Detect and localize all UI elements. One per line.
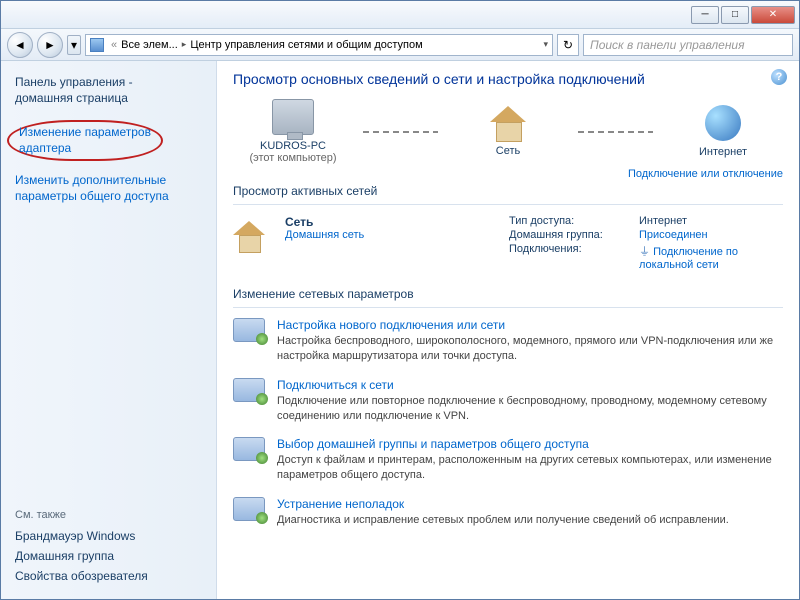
task-item: Выбор домашней группы и параметров общег… <box>233 437 783 483</box>
homegroup-label: Домашняя группа: <box>509 229 639 241</box>
crumb-sep-icon: « <box>111 39 117 51</box>
connection-link[interactable]: ⏚ Подключение по локальной сети <box>639 243 783 271</box>
network-name: Сеть <box>285 215 364 229</box>
task-desc: Подключение или повторное подключение к … <box>277 394 783 424</box>
main-content: ? Просмотр основных сведений о сети и на… <box>217 61 799 599</box>
new-connection-icon <box>233 318 265 342</box>
network-map: KUDROS-PC (этот компьютер) Сеть Интернет <box>233 99 783 164</box>
controlpanel-icon <box>90 38 104 52</box>
map-pc-name: KUDROS-PC <box>233 140 353 152</box>
map-node-network: Сеть <box>448 106 568 157</box>
back-button[interactable]: ◄ <box>7 32 33 58</box>
help-icon[interactable]: ? <box>771 69 787 85</box>
map-node-internet: Интернет <box>663 105 783 158</box>
task-item: Устранение неполадок Диагностика и испра… <box>233 497 783 528</box>
refresh-button[interactable]: ↻ <box>557 34 579 56</box>
highlight-circle: Изменение параметров адаптера <box>7 120 163 161</box>
globe-icon <box>705 105 741 141</box>
map-node-pc: KUDROS-PC (этот компьютер) <box>233 99 353 164</box>
firewall-link[interactable]: Брандмауэр Windows <box>15 529 206 543</box>
homegroup-sharing-icon <box>233 437 265 461</box>
window: ─ □ ✕ ◄ ► ▾ « Все элем... ▸ Центр управл… <box>0 0 800 600</box>
minimize-button[interactable]: ─ <box>691 6 719 24</box>
task-item: Настройка нового подключения или сети На… <box>233 318 783 364</box>
divider <box>233 307 783 308</box>
network-type-link[interactable]: Домашняя сеть <box>285 229 364 241</box>
page-title: Просмотр основных сведений о сети и наст… <box>233 71 783 87</box>
task-homegroup-link[interactable]: Выбор домашней группы и параметров общег… <box>277 437 783 451</box>
see-also-heading: См. также <box>15 509 206 521</box>
see-also-section: См. также Брандмауэр Windows Домашняя гр… <box>15 509 206 589</box>
task-item: Подключиться к сети Подключение или повт… <box>233 378 783 424</box>
access-type-value: Интернет <box>639 215 783 227</box>
breadcrumb-level1[interactable]: Все элем... <box>121 39 178 51</box>
close-button[interactable]: ✕ <box>751 6 795 24</box>
titlebar: ─ □ ✕ <box>1 1 799 29</box>
navbar: ◄ ► ▾ « Все элем... ▸ Центр управления с… <box>1 29 799 61</box>
breadcrumb-level2[interactable]: Центр управления сетями и общим доступом <box>190 39 422 51</box>
divider <box>233 204 783 205</box>
task-connect-link[interactable]: Подключиться к сети <box>277 378 783 392</box>
task-desc: Диагностика и исправление сетевых пробле… <box>277 513 729 528</box>
active-networks-heading: Просмотр активных сетей <box>233 184 783 198</box>
homegroup-value-link[interactable]: Присоединен <box>639 229 783 241</box>
troubleshoot-icon <box>233 497 265 521</box>
search-input[interactable]: Поиск в панели управления <box>583 34 793 56</box>
history-dropdown[interactable]: ▾ <box>67 35 81 55</box>
internet-options-link[interactable]: Свойства обозревателя <box>15 569 206 583</box>
control-panel-home-link[interactable]: Панель управления - домашняя страница <box>15 75 206 106</box>
body: Панель управления - домашняя страница Из… <box>1 61 799 599</box>
chevron-right-icon: ▸ <box>182 39 187 50</box>
task-new-connection-link[interactable]: Настройка нового подключения или сети <box>277 318 783 332</box>
computer-icon <box>272 99 314 135</box>
chevron-down-icon[interactable]: ▾ <box>543 39 548 50</box>
change-settings-heading: Изменение сетевых параметров <box>233 287 783 301</box>
connect-network-icon <box>233 378 265 402</box>
address-bar[interactable]: « Все элем... ▸ Центр управления сетями … <box>85 34 553 56</box>
sidebar: Панель управления - домашняя страница Из… <box>1 61 217 599</box>
task-desc: Доступ к файлам и принтерам, расположенн… <box>277 453 783 483</box>
task-troubleshoot-link[interactable]: Устранение неполадок <box>277 497 729 511</box>
connect-disconnect-link[interactable]: Подключение или отключение <box>628 168 783 180</box>
house-icon <box>490 106 526 122</box>
tasks-list: Настройка нового подключения или сети На… <box>233 318 783 528</box>
maximize-button[interactable]: □ <box>721 6 749 24</box>
map-net-name: Сеть <box>448 145 568 157</box>
access-type-label: Тип доступа: <box>509 215 639 227</box>
map-connector-icon <box>578 131 653 133</box>
forward-button[interactable]: ► <box>37 32 63 58</box>
task-desc: Настройка беспроводного, широкополосного… <box>277 334 783 364</box>
map-connector-icon <box>363 131 438 133</box>
change-sharing-settings-link[interactable]: Изменить дополнительные параметры общего… <box>15 173 206 204</box>
change-adapter-settings-link[interactable]: Изменение параметров адаптера <box>15 120 206 161</box>
house-icon <box>233 221 265 235</box>
connections-label: Подключения: <box>509 243 639 271</box>
map-inet-name: Интернет <box>663 146 783 158</box>
active-network: Сеть Домашняя сеть Тип доступа: Интернет… <box>233 215 783 271</box>
map-pc-sub: (этот компьютер) <box>233 152 353 164</box>
homegroup-link[interactable]: Домашняя группа <box>15 549 206 563</box>
